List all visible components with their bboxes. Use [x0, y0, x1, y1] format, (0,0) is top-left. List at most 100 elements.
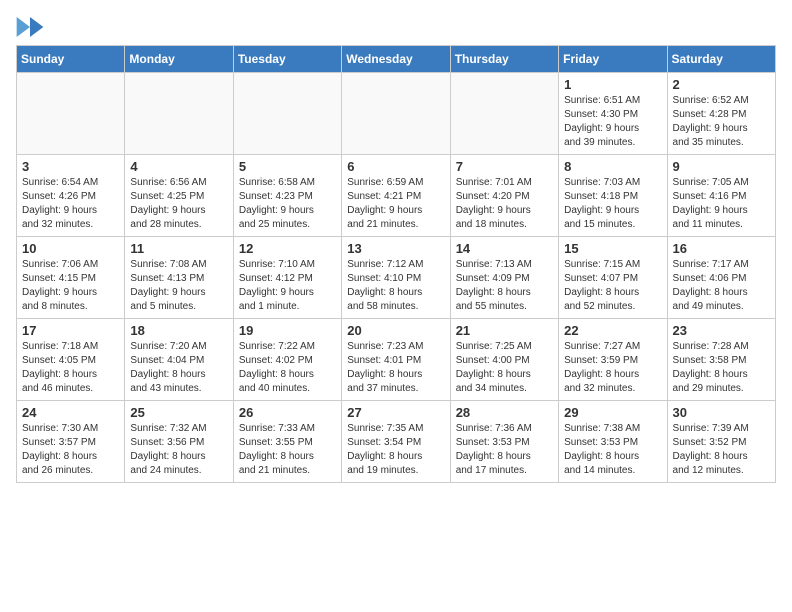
day-number: 19	[239, 323, 336, 338]
day-info: Sunrise: 6:52 AM Sunset: 4:28 PM Dayligh…	[673, 94, 770, 150]
day-info: Sunrise: 7:01 AM Sunset: 4:20 PM Dayligh…	[456, 176, 553, 232]
day-info: Sunrise: 7:38 AM Sunset: 3:53 PM Dayligh…	[564, 422, 661, 478]
day-number: 8	[564, 159, 661, 174]
day-cell: 28Sunrise: 7:36 AM Sunset: 3:53 PM Dayli…	[450, 401, 558, 483]
week-row-2: 3 Sunrise: 6:54 AM Sunset: 4:26 PM Daylig…	[17, 155, 776, 237]
day-cell: 29 Sunrise: 7:38 AM Sunset: 3:53 PM Dayli…	[559, 401, 667, 483]
day-cell: 15 Sunrise: 7:15 AM Sunset: 4:07 PM Dayli…	[559, 237, 667, 319]
day-number: 30	[673, 405, 770, 420]
day-number: 17	[22, 323, 119, 338]
day-number: 11	[130, 241, 227, 256]
day-cell: 25Sunrise: 7:32 AM Sunset: 3:56 PM Dayli…	[125, 401, 233, 483]
day-info: Sunrise: 7:17 AM Sunset: 4:06 PM Dayligh…	[673, 258, 770, 314]
day-number: 24	[22, 405, 119, 420]
day-cell: 27 Sunrise: 7:35 AM Sunset: 3:54 PM Dayli…	[342, 401, 450, 483]
day-number: 12	[239, 241, 336, 256]
day-number: 25	[130, 405, 227, 420]
day-number: 22	[564, 323, 661, 338]
day-info: Sunrise: 6:59 AM Sunset: 4:21 PM Dayligh…	[347, 176, 444, 232]
day-info: Sunrise: 7:06 AM Sunset: 4:15 PM Dayligh…	[22, 258, 119, 314]
day-info: Sunrise: 7:30 AM Sunset: 3:57 PM Dayligh…	[22, 422, 119, 478]
day-info: Sunrise: 7:10 AM Sunset: 4:12 PM Dayligh…	[239, 258, 336, 314]
day-number: 20	[347, 323, 444, 338]
logo	[16, 16, 48, 37]
day-number: 14	[456, 241, 553, 256]
logo-icon	[16, 17, 44, 37]
column-header-wednesday: Wednesday	[342, 46, 450, 73]
day-info: Sunrise: 7:13 AM Sunset: 4:09 PM Dayligh…	[456, 258, 553, 314]
day-number: 9	[673, 159, 770, 174]
day-cell: 10 Sunrise: 7:06 AM Sunset: 4:15 PM Dayli…	[17, 237, 125, 319]
column-header-saturday: Saturday	[667, 46, 775, 73]
day-cell: 12 Sunrise: 7:10 AM Sunset: 4:12 PM Dayli…	[233, 237, 341, 319]
day-info: Sunrise: 7:03 AM Sunset: 4:18 PM Dayligh…	[564, 176, 661, 232]
day-cell: 2 Sunrise: 6:52 AM Sunset: 4:28 PM Daylig…	[667, 73, 775, 155]
day-number: 13	[347, 241, 444, 256]
day-cell: 13 Sunrise: 7:12 AM Sunset: 4:10 PM Dayli…	[342, 237, 450, 319]
day-cell: 14 Sunrise: 7:13 AM Sunset: 4:09 PM Dayli…	[450, 237, 558, 319]
header-row: SundayMondayTuesdayWednesdayThursdayFrid…	[17, 46, 776, 73]
day-cell: 18 Sunrise: 7:20 AM Sunset: 4:04 PM Dayli…	[125, 319, 233, 401]
day-info: Sunrise: 7:39 AM Sunset: 3:52 PM Dayligh…	[673, 422, 770, 478]
day-cell: 8 Sunrise: 7:03 AM Sunset: 4:18 PM Daylig…	[559, 155, 667, 237]
day-cell	[342, 73, 450, 155]
day-number: 29	[564, 405, 661, 420]
day-cell: 21Sunrise: 7:25 AM Sunset: 4:00 PM Dayli…	[450, 319, 558, 401]
day-info: Sunrise: 6:54 AM Sunset: 4:26 PM Dayligh…	[22, 176, 119, 232]
day-number: 2	[673, 77, 770, 92]
week-row-5: 24 Sunrise: 7:30 AM Sunset: 3:57 PM Dayli…	[17, 401, 776, 483]
day-info: Sunrise: 6:58 AM Sunset: 4:23 PM Dayligh…	[239, 176, 336, 232]
day-info: Sunrise: 7:12 AM Sunset: 4:10 PM Dayligh…	[347, 258, 444, 314]
day-cell	[233, 73, 341, 155]
day-number: 5	[239, 159, 336, 174]
day-info: Sunrise: 7:27 AM Sunset: 3:59 PM Dayligh…	[564, 340, 661, 396]
day-cell: 23 Sunrise: 7:28 AM Sunset: 3:58 PM Dayli…	[667, 319, 775, 401]
day-cell: 1 Sunrise: 6:51 AM Sunset: 4:30 PM Daylig…	[559, 73, 667, 155]
day-info: Sunrise: 7:28 AM Sunset: 3:58 PM Dayligh…	[673, 340, 770, 396]
column-header-sunday: Sunday	[17, 46, 125, 73]
week-row-3: 10 Sunrise: 7:06 AM Sunset: 4:15 PM Dayli…	[17, 237, 776, 319]
day-info: Sunrise: 7:23 AM Sunset: 4:01 PM Dayligh…	[347, 340, 444, 396]
week-row-4: 17 Sunrise: 7:18 AM Sunset: 4:05 PM Dayli…	[17, 319, 776, 401]
calendar-table: SundayMondayTuesdayWednesdayThursdayFrid…	[16, 45, 776, 483]
day-cell: 30 Sunrise: 7:39 AM Sunset: 3:52 PM Dayli…	[667, 401, 775, 483]
page-header	[16, 16, 776, 37]
day-number: 6	[347, 159, 444, 174]
day-number: 27	[347, 405, 444, 420]
column-header-friday: Friday	[559, 46, 667, 73]
day-cell: 24 Sunrise: 7:30 AM Sunset: 3:57 PM Dayli…	[17, 401, 125, 483]
day-info: Sunrise: 7:20 AM Sunset: 4:04 PM Dayligh…	[130, 340, 227, 396]
day-cell	[17, 73, 125, 155]
day-info: Sunrise: 6:51 AM Sunset: 4:30 PM Dayligh…	[564, 94, 661, 150]
week-row-1: 1 Sunrise: 6:51 AM Sunset: 4:30 PM Daylig…	[17, 73, 776, 155]
day-number: 18	[130, 323, 227, 338]
day-cell: 5 Sunrise: 6:58 AM Sunset: 4:23 PM Daylig…	[233, 155, 341, 237]
column-header-tuesday: Tuesday	[233, 46, 341, 73]
day-cell: 17 Sunrise: 7:18 AM Sunset: 4:05 PM Dayli…	[17, 319, 125, 401]
day-cell: 16 Sunrise: 7:17 AM Sunset: 4:06 PM Dayli…	[667, 237, 775, 319]
day-info: Sunrise: 7:22 AM Sunset: 4:02 PM Dayligh…	[239, 340, 336, 396]
day-cell: 19 Sunrise: 7:22 AM Sunset: 4:02 PM Dayli…	[233, 319, 341, 401]
day-cell	[125, 73, 233, 155]
day-number: 15	[564, 241, 661, 256]
day-info: Sunrise: 7:36 AM Sunset: 3:53 PM Dayligh…	[456, 422, 553, 478]
day-cell: 7 Sunrise: 7:01 AM Sunset: 4:20 PM Daylig…	[450, 155, 558, 237]
day-info: Sunrise: 7:08 AM Sunset: 4:13 PM Dayligh…	[130, 258, 227, 314]
day-cell: 6 Sunrise: 6:59 AM Sunset: 4:21 PM Daylig…	[342, 155, 450, 237]
day-cell: 3 Sunrise: 6:54 AM Sunset: 4:26 PM Daylig…	[17, 155, 125, 237]
day-number: 3	[22, 159, 119, 174]
day-cell: 20 Sunrise: 7:23 AM Sunset: 4:01 PM Dayli…	[342, 319, 450, 401]
day-number: 1	[564, 77, 661, 92]
day-number: 10	[22, 241, 119, 256]
day-cell: 9Sunrise: 7:05 AM Sunset: 4:16 PM Daylig…	[667, 155, 775, 237]
day-info: Sunrise: 7:33 AM Sunset: 3:55 PM Dayligh…	[239, 422, 336, 478]
day-info: Sunrise: 7:15 AM Sunset: 4:07 PM Dayligh…	[564, 258, 661, 314]
day-info: Sunrise: 7:18 AM Sunset: 4:05 PM Dayligh…	[22, 340, 119, 396]
day-info: Sunrise: 6:56 AM Sunset: 4:25 PM Dayligh…	[130, 176, 227, 232]
day-info: Sunrise: 7:35 AM Sunset: 3:54 PM Dayligh…	[347, 422, 444, 478]
day-number: 23	[673, 323, 770, 338]
day-number: 4	[130, 159, 227, 174]
day-number: 7	[456, 159, 553, 174]
day-number: 16	[673, 241, 770, 256]
day-number: 21	[456, 323, 553, 338]
